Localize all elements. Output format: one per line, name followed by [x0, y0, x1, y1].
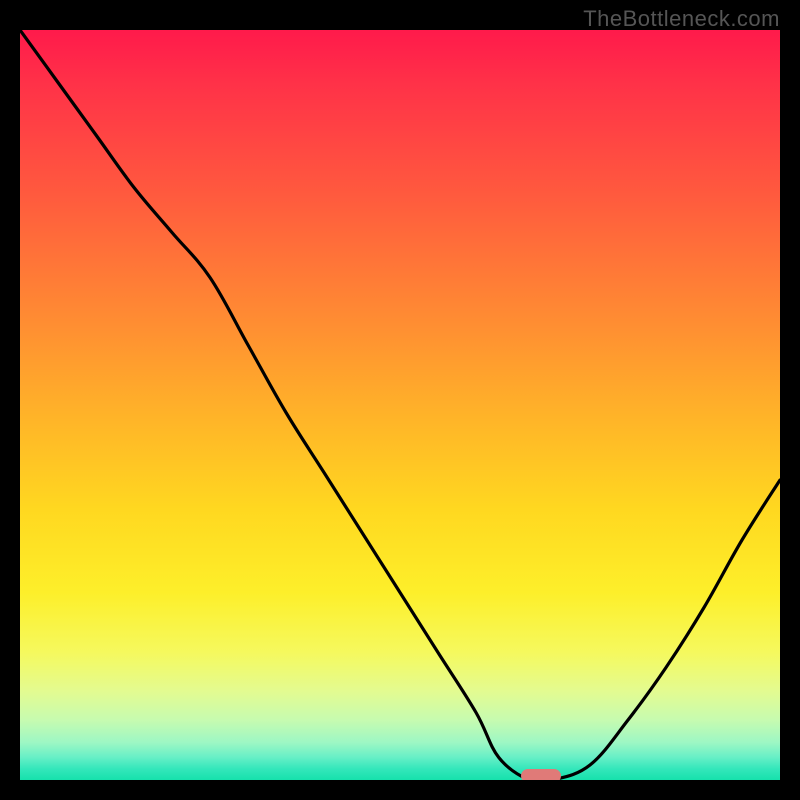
- optimal-marker: [521, 769, 561, 780]
- curve-path: [20, 30, 780, 780]
- bottleneck-curve: [20, 30, 780, 780]
- plot-area: [20, 30, 780, 780]
- watermark-text: TheBottleneck.com: [583, 6, 780, 32]
- chart-frame: TheBottleneck.com: [0, 0, 800, 800]
